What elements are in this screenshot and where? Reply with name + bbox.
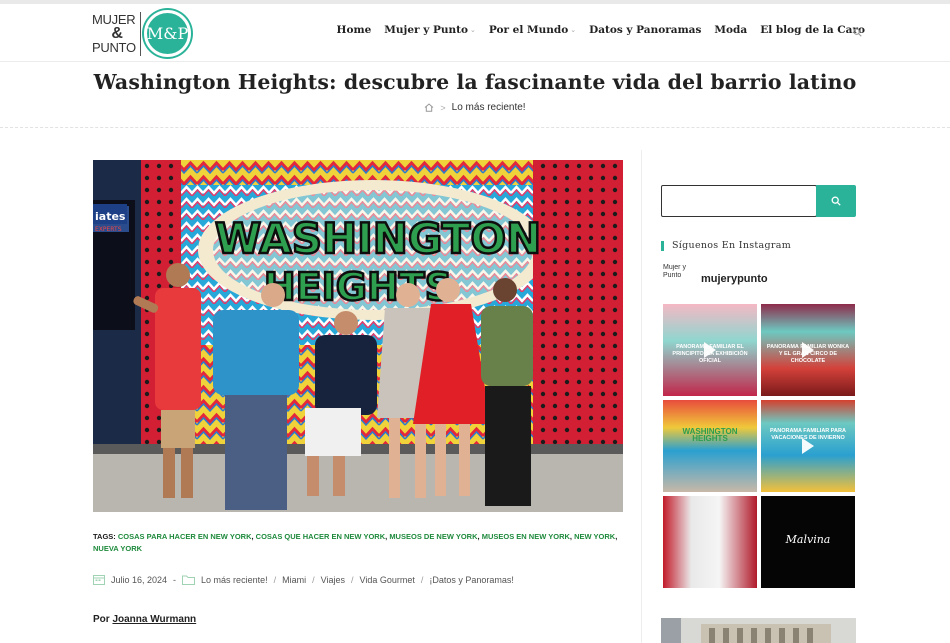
breadcrumb-separator: > <box>440 102 446 113</box>
mural-text-line2: HEIGHTS <box>264 265 452 309</box>
instagram-post[interactable]: PANORAMA FAMILIAR WONKA Y EL GRAN CIRCO … <box>761 304 855 396</box>
post-tags: TAGS: COSAS PARA HACER EN NEW YORK, COSA… <box>93 532 618 553</box>
tag-link[interactable]: MUSEOS DE NEW YORK <box>389 532 477 541</box>
store-sign-sub: EXPERTS <box>95 226 122 233</box>
logo-amp: & <box>111 25 123 42</box>
instagram-post-caption: Malvina <box>785 533 831 546</box>
byline-prefix: Por <box>93 614 110 625</box>
breadcrumb: > Lo más reciente! <box>0 102 950 113</box>
logo-divider <box>140 12 141 56</box>
instagram-grid: PANORAMA FAMILIAR EL PRINCIPITO, LA EXHI… <box>663 304 855 588</box>
category-link[interactable]: Lo más reciente! <box>201 575 268 585</box>
instagram-post[interactable] <box>663 496 757 588</box>
nav-label: Mujer y Punto <box>384 24 468 36</box>
meta-dash: - <box>173 574 177 585</box>
category-link[interactable]: ¡Datos y Panoramas! <box>429 575 514 585</box>
nav-item-moda[interactable]: Moda <box>714 24 747 36</box>
nav-label: Datos y Panoramas <box>589 24 702 36</box>
post-meta: Julio 16, 2024 - Lo más reciente! / Miam… <box>93 574 514 585</box>
logo-line2: PUNTO <box>92 40 136 55</box>
logo-wordmark: MUJER & PUNTO <box>92 13 142 55</box>
home-icon[interactable] <box>424 103 434 112</box>
author-byline: Por Joanna Wurmann <box>93 614 196 625</box>
logo-badge: M&P <box>144 10 191 57</box>
author-link[interactable]: Joanna Wurmann <box>112 614 196 625</box>
nav-item-datos-y-panoramas[interactable]: Datos y Panoramas <box>589 24 701 36</box>
hero-photo: WASHINGTON HEIGHTS iates EXPERTS <box>93 160 623 512</box>
chevron-down-icon: ⌄ <box>570 26 577 34</box>
sidebar-search-button[interactable] <box>816 185 856 217</box>
instagram-header[interactable]: Mujer y Punto mujerypunto <box>663 264 768 294</box>
nav-label: Home <box>336 24 372 36</box>
tag-link[interactable]: COSAS PARA HACER EN NEW YORK <box>118 532 252 541</box>
play-icon <box>802 438 814 454</box>
title-accent-bar <box>661 240 664 251</box>
play-icon <box>704 342 716 358</box>
search-icon[interactable] <box>853 28 862 37</box>
instagram-post[interactable]: Malvina <box>761 496 855 588</box>
instagram-widget-title: Síguenos En Instagram <box>661 240 791 251</box>
category-link[interactable]: Viajes <box>321 575 345 585</box>
breadcrumb-current[interactable]: Lo más reciente! <box>452 102 526 113</box>
nav-label: Moda <box>714 24 748 36</box>
nav-item-por-el-mundo[interactable]: Por el Mundo ⌄ <box>489 24 576 36</box>
page-title-band: Washington Heights: descubre la fascinan… <box>0 62 950 128</box>
architecture-photo <box>661 618 856 643</box>
column-divider <box>641 150 642 643</box>
post-date: Julio 16, 2024 <box>111 574 168 585</box>
tags-label: TAGS: <box>93 532 116 541</box>
instagram-avatar[interactable]: Mujer y Punto <box>663 264 693 294</box>
main-nav: Home Mujer y Punto ⌄ Por el Mundo ⌄ Datos … <box>337 24 865 36</box>
instagram-post[interactable]: PANORAMA FAMILIAR EL PRINCIPITO, LA EXHI… <box>663 304 757 396</box>
instagram-title: Síguenos En Instagram <box>672 240 791 251</box>
instagram-username[interactable]: mujerypunto <box>701 273 768 285</box>
page-title: Washington Heights: descubre la fascinan… <box>93 70 857 94</box>
meta-separator: / <box>312 574 315 585</box>
meta-separator: / <box>420 574 424 585</box>
nav-item-mujer-y-punto[interactable]: Mujer y Punto ⌄ <box>384 24 476 36</box>
instagram-post-caption: WASHINGTON HEIGHTS <box>682 427 738 443</box>
folder-icon <box>182 575 196 585</box>
play-icon <box>802 342 814 358</box>
tag-link[interactable]: NEW YORK <box>574 532 615 541</box>
site-logo[interactable]: MUJER & PUNTO M&P <box>92 10 196 58</box>
category-link[interactable]: Miami <box>282 575 306 585</box>
nav-item-home[interactable]: Home <box>337 24 372 36</box>
tag-link[interactable]: NUEVA YORK <box>93 544 142 553</box>
chevron-down-icon: ⌄ <box>469 26 476 34</box>
mural-text-line1: WASHINGTON <box>215 214 541 263</box>
instagram-post[interactable]: WASHINGTON HEIGHTS <box>663 400 757 492</box>
category-link[interactable]: Vida Gourmet <box>360 575 415 585</box>
hero-image: WASHINGTON HEIGHTS iates EXPERTS <box>93 160 623 512</box>
search-icon <box>831 196 841 206</box>
sidebar-search-input[interactable] <box>661 185 817 217</box>
nav-item-blog-caro[interactable]: El blog de la Caro <box>760 24 865 36</box>
nav-label: El blog de la Caro <box>760 24 865 36</box>
meta-separator: / <box>350 574 354 585</box>
store-sign: iates <box>95 210 126 223</box>
site-header: MUJER & PUNTO M&P Home Mujer y Punto ⌄ Po… <box>0 4 950 62</box>
nav-label: Por el Mundo <box>488 24 569 36</box>
sidebar-image[interactable] <box>661 618 856 643</box>
calendar-icon <box>93 575 105 585</box>
tag-link[interactable]: COSAS QUE HACER EN NEW YORK <box>256 532 385 541</box>
tag-link[interactable]: MUSEOS EN NEW YORK <box>482 532 570 541</box>
meta-separator: / <box>273 574 277 585</box>
instagram-post[interactable]: PANORAMA FAMILIAR PARA VACACIONES DE INV… <box>761 400 855 492</box>
